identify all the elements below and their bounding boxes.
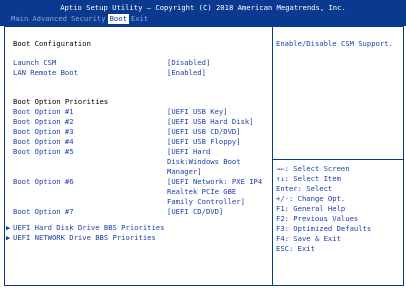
help-key-change-opt: +/-: Change Opt.: [276, 194, 346, 203]
help-key-f3: F3: Optimized Defaults: [276, 224, 372, 233]
tab-main[interactable]: Main: [9, 14, 30, 24]
lan-remote-boot-label[interactable]: LAN Remote Boot: [13, 68, 78, 78]
launch-csm-value[interactable]: [Disabled]: [167, 58, 210, 68]
launch-csm-label[interactable]: Launch CSM: [13, 58, 56, 68]
boot-option-6-label[interactable]: Boot Option #6: [13, 177, 74, 187]
submenu-arrow-icon: ▶: [6, 223, 11, 232]
boot-option-5-value-line1[interactable]: [UEFI Hard: [167, 147, 210, 157]
section-title: Boot Configuration: [13, 39, 91, 48]
boot-option-4-label[interactable]: Boot Option #4: [13, 137, 74, 147]
app-title: Aptio Setup Utility – Copyright (C) 2018…: [60, 3, 346, 12]
help-key-f1: F1: General Help: [276, 204, 346, 213]
tab-bar: Main Advanced Security Boot Exit: [9, 14, 150, 24]
tab-exit[interactable]: Exit: [129, 14, 150, 24]
boot-option-4-value[interactable]: [UEFI USB Floppy]: [167, 137, 241, 147]
submenu-arrow-icon: ▶: [6, 233, 11, 242]
tab-security[interactable]: Security: [69, 14, 108, 24]
submenu-network-bbs-priorities[interactable]: UEFI NETWORK Drive BBS Priorities: [13, 233, 156, 243]
title-bar: Aptio Setup Utility – Copyright (C) 2018…: [0, 0, 406, 26]
boot-option-1-value[interactable]: [UEFI USB Key]: [167, 107, 228, 117]
boot-option-5-label[interactable]: Boot Option #5: [13, 147, 74, 157]
priorities-title: Boot Option Priorities: [13, 97, 109, 106]
help-key-f2: F2: Previous Values: [276, 214, 359, 223]
help-key-f4: F4: Save & Exit: [276, 234, 341, 243]
help-key-enter: Enter: Select: [276, 184, 333, 193]
boot-option-3-label[interactable]: Boot Option #3: [13, 127, 74, 137]
tab-boot[interactable]: Boot: [107, 14, 129, 24]
help-key-select-item: ↑↓: Select Item: [276, 174, 341, 183]
boot-option-6-value-line3[interactable]: Family Controller]: [167, 197, 245, 207]
help-key-esc: ESC: Exit: [276, 244, 315, 253]
submenu-hdd-bbs-priorities[interactable]: UEFI Hard Disk Drive BBS Priorities: [13, 223, 164, 233]
boot-option-2-label[interactable]: Boot Option #2: [13, 117, 74, 127]
boot-option-6-value-line1[interactable]: [UEFI Network: PXE IP4: [167, 177, 262, 187]
setup-screen: Boot Configuration Launch CSM [Disabled]…: [4, 26, 404, 286]
boot-option-5-value-line2[interactable]: Disk:Windows Boot: [167, 157, 241, 167]
help-key-select-screen: →←: Select Screen: [276, 164, 350, 173]
boot-option-3-value[interactable]: [UEFI USB CD/DVD]: [167, 127, 241, 137]
boot-option-7-label[interactable]: Boot Option #7: [13, 207, 74, 217]
vertical-divider: [272, 27, 273, 285]
tab-advanced[interactable]: Advanced: [30, 14, 69, 24]
lan-remote-boot-value[interactable]: [Enabled]: [167, 68, 206, 78]
boot-option-6-value-line2[interactable]: Realtek PCIe GBE: [167, 187, 236, 197]
help-divider: [273, 159, 403, 160]
boot-option-2-value[interactable]: [UEFI USB Hard Disk]: [167, 117, 254, 127]
boot-option-7-value[interactable]: [UEFI CD/DVD]: [167, 207, 223, 217]
boot-option-5-value-line3[interactable]: Manager]: [167, 167, 202, 177]
boot-option-1-label[interactable]: Boot Option #1: [13, 107, 74, 117]
help-description: Enable/Disable CSM Support.: [276, 39, 393, 48]
